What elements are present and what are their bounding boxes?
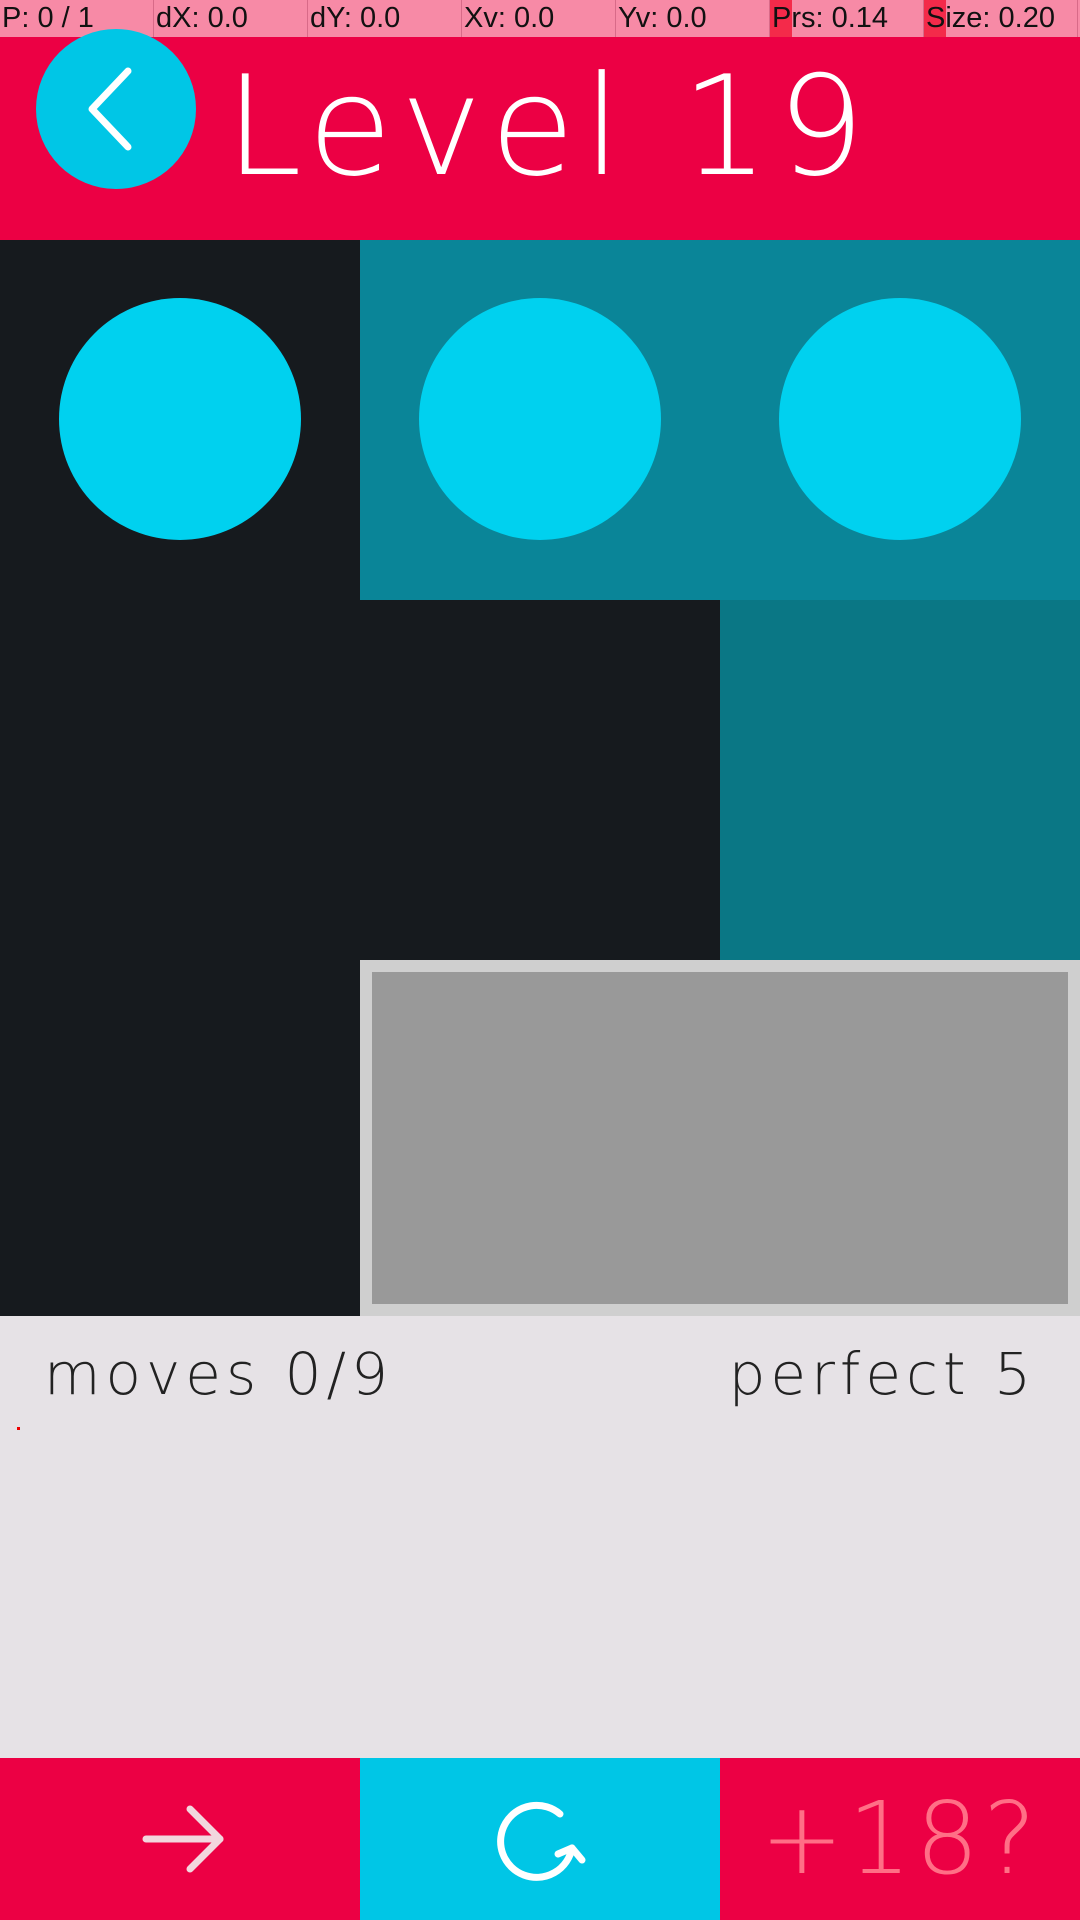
tile-teal-right xyxy=(720,600,1080,960)
bottom-bar: +18? xyxy=(0,1758,1080,1920)
stats-row: moves 0/9 perfect 5 xyxy=(0,1340,1080,1420)
restart-icon xyxy=(497,1801,586,1881)
debug-yv: Yv: 0.0 xyxy=(616,0,770,37)
back-button[interactable] xyxy=(36,29,196,189)
hint-cost-label: +18? xyxy=(759,1780,1041,1897)
circle-piece[interactable] xyxy=(59,298,301,540)
touch-marker xyxy=(17,1427,20,1430)
moves-counter: moves 0/9 xyxy=(44,1340,393,1408)
chevron-left-icon xyxy=(88,67,132,151)
arrow-right-icon xyxy=(142,1805,224,1873)
debug-dy: dY: 0.0 xyxy=(308,0,462,37)
level-title: Level 19 xyxy=(225,46,873,207)
hint-button[interactable]: +18? xyxy=(720,1758,1080,1920)
debug-size: Size: 0.20 xyxy=(924,0,1078,37)
goal-block xyxy=(360,960,1080,1316)
circle-piece[interactable] xyxy=(419,298,661,540)
game-board xyxy=(0,240,1080,1316)
debug-pressure: Prs: 0.14 xyxy=(770,0,924,37)
perfect-score: perfect 5 xyxy=(728,1340,1036,1408)
header: Level 19 xyxy=(0,29,1080,240)
next-level-button[interactable] xyxy=(0,1758,360,1920)
circle-piece[interactable] xyxy=(779,298,1021,540)
debug-xv: Xv: 0.0 xyxy=(462,0,616,37)
restart-button[interactable] xyxy=(360,1758,720,1920)
